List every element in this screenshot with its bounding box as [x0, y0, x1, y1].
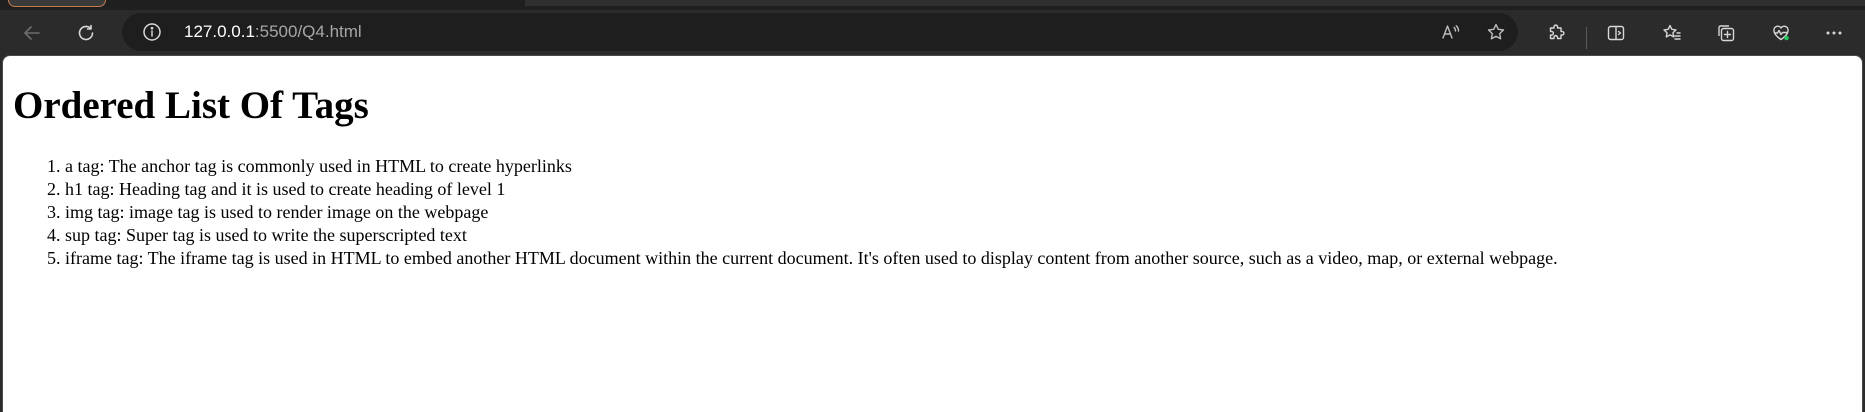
web-page-content: Ordered List Of Tags a tag: The anchor t… [2, 55, 1863, 412]
browser-toolbar: 127.0.0.1:5500/Q4.html [0, 10, 1865, 56]
url-path: :5500/Q4.html [254, 22, 362, 41]
collections-icon [1718, 25, 1735, 42]
extensions-button[interactable] [1540, 18, 1572, 48]
collections-button[interactable] [1710, 18, 1742, 48]
page-title: Ordered List Of Tags [13, 84, 369, 127]
list-item: h1 tag: Heading tag and it is used to cr… [65, 178, 1558, 201]
address-bar[interactable]: 127.0.0.1:5500/Q4.html [122, 13, 1518, 51]
heart-pulse-icon [1773, 25, 1789, 41]
read-aloud-icon[interactable] [1440, 22, 1460, 42]
list-item: iframe tag: The iframe tag is used in HT… [65, 247, 1558, 270]
star-icon[interactable] [1486, 22, 1506, 42]
list-item: a tag: The anchor tag is commonly used i… [65, 155, 1558, 178]
favorites-button[interactable] [1656, 18, 1688, 48]
performance-button[interactable] [1765, 18, 1797, 48]
toolbar-separator [1586, 27, 1587, 49]
tab-strip [0, 0, 1865, 10]
more-button[interactable] [1818, 18, 1850, 48]
more-dots-icon [1826, 31, 1842, 35]
split-screen-button[interactable] [1600, 18, 1632, 48]
address-url[interactable]: 127.0.0.1:5500/Q4.html [184, 13, 362, 51]
list-item: img tag: image tag is used to render ima… [65, 201, 1558, 224]
refresh-button[interactable] [70, 18, 102, 48]
favorites-list-icon [1663, 24, 1681, 40]
info-icon[interactable] [142, 22, 162, 42]
active-tab[interactable] [8, 0, 106, 7]
back-arrow-icon [24, 26, 40, 40]
refresh-icon [78, 24, 94, 41]
list-item: sup tag: Super tag is used to write the … [65, 224, 1558, 247]
back-button[interactable] [16, 18, 48, 48]
tab-strip-background [525, 0, 1865, 6]
tags-ordered-list: a tag: The anchor tag is commonly used i… [65, 155, 1558, 270]
split-screen-icon [1607, 25, 1625, 41]
url-host: 127.0.0.1 [184, 22, 255, 41]
puzzle-icon [1549, 24, 1565, 40]
